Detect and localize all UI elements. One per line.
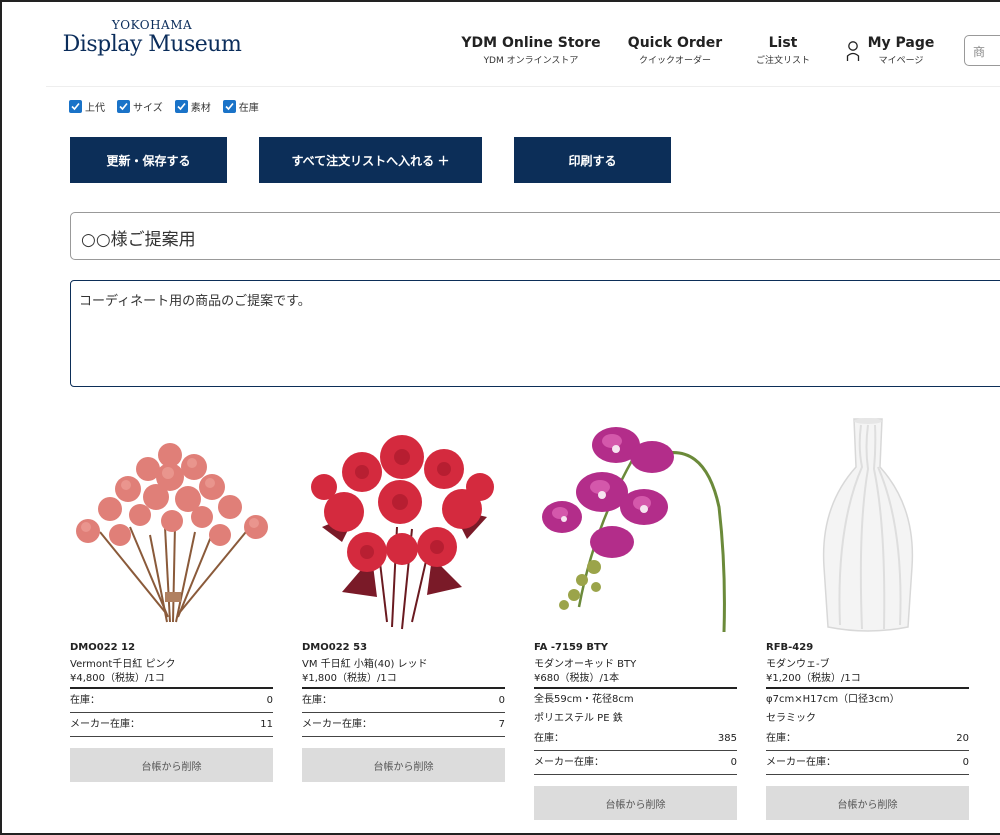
stock-row: 在庫： 0 (70, 689, 273, 713)
filter-label: サイズ (133, 103, 163, 114)
nav-my-page[interactable]: My Page マイページ (864, 34, 938, 68)
display-filters: 上代 サイズ 素材 在庫 (69, 99, 259, 114)
product-price: ¥680（税抜）/1本 (534, 672, 737, 689)
product-name[interactable]: VM 千日紅 小箱(40) レッド (302, 658, 505, 672)
remove-button[interactable]: 台帳から削除 (766, 786, 969, 820)
add-all-to-order-list-button[interactable]: すべて注文リストへ入れる ＋ (259, 137, 482, 183)
product-price: ¥1,800（税抜）/1コ (302, 672, 505, 689)
product-name[interactable]: モダンオーキッド BTY (534, 658, 737, 672)
product-price: ¥1,200（税抜）/1コ (766, 672, 969, 689)
nav-my-page-label: My Page (867, 35, 935, 51)
stock-row: 在庫： 385 (534, 727, 737, 751)
print-button[interactable]: 印刷する (514, 137, 671, 183)
filter-label: 上代 (85, 103, 105, 114)
remove-button[interactable]: 台帳から削除 (302, 748, 505, 782)
nav-online-store-label: YDM Online Store (461, 35, 601, 51)
maker-stock-row: メーカー在庫： 0 (534, 751, 737, 775)
product-name[interactable]: Vermont千日紅 ピンク (70, 658, 273, 672)
nav-list-sub: ご注文リスト (755, 56, 810, 66)
product-size: φ7cm×H17cm（口径3cm） (766, 694, 900, 705)
list-title-input[interactable]: ○○様ご提案用 (70, 212, 1000, 260)
maker-stock-label: メーカー在庫： (766, 757, 836, 768)
product-image[interactable] (766, 417, 969, 635)
product-card: RFB-429 モダンウェ-ブ ¥1,200（税抜）/1コ φ7cm×H17cm… (766, 417, 969, 820)
product-card: FA -7159 BTY モダンオーキッド BTY ¥680（税抜）/1本 全長… (534, 417, 737, 820)
stock-value: 20 (956, 733, 969, 744)
stock-label: 在庫： (766, 733, 796, 744)
checkbox-checked-icon[interactable] (117, 100, 130, 113)
nav-list[interactable]: List ご注文リスト (750, 34, 816, 68)
nav-online-store-sub: YDM オンラインストア (483, 56, 579, 66)
product-image[interactable] (70, 417, 273, 635)
maker-stock-value: 7 (498, 719, 505, 730)
remove-button[interactable]: 台帳から削除 (534, 786, 737, 820)
product-card: DMO022 12 Vermont千日紅 ピンク ¥4,800（税抜）/1コ 在… (70, 417, 273, 782)
maker-stock-label: メーカー在庫： (302, 719, 372, 730)
filter-list-price[interactable]: 上代 (69, 99, 105, 114)
maker-stock-row: メーカー在庫： 0 (766, 751, 969, 775)
product-code[interactable]: FA -7159 BTY (534, 641, 737, 655)
remove-button[interactable]: 台帳から削除 (70, 748, 273, 782)
maker-stock-row: メーカー在庫： 7 (302, 713, 505, 737)
checkbox-checked-icon[interactable] (69, 100, 82, 113)
maker-stock-value: 11 (260, 719, 273, 730)
nav-my-page-sub: マイページ (878, 56, 924, 66)
maker-stock-value: 0 (962, 757, 969, 768)
product-code[interactable]: RFB-429 (766, 641, 969, 655)
nav-quick-order-sub: クイックオーダー (638, 56, 711, 66)
product-image[interactable] (534, 417, 737, 635)
checkbox-checked-icon[interactable] (174, 100, 188, 113)
stock-value: 0 (266, 695, 273, 706)
nav-quick-order[interactable]: Quick Order クイックオーダー (626, 34, 724, 68)
nav-quick-order-label: Quick Order (627, 35, 723, 51)
search-input[interactable]: 商 (964, 35, 1000, 66)
stock-row: 在庫： 0 (302, 689, 505, 713)
product-material: セラミック (766, 713, 816, 724)
nav-list-label: List (768, 35, 798, 51)
product-image[interactable] (302, 417, 505, 635)
product-code[interactable]: DMO022 53 (302, 641, 505, 655)
filter-size[interactable]: サイズ (117, 99, 163, 114)
page-frame: YOKOHAMA Display Museum YDM Online Store… (0, 0, 1000, 835)
maker-stock-label: メーカー在庫： (534, 757, 604, 768)
product-material: ポリエステル PE 鉄 (534, 713, 623, 724)
memo-textarea[interactable]: コーディネート用の商品のご提案です。 (70, 280, 1000, 387)
product-card: DMO022 53 VM 千日紅 小箱(40) レッド ¥1,800（税抜）/1… (302, 417, 505, 782)
product-price: ¥4,800（税抜）/1コ (70, 672, 273, 689)
stock-row: 在庫： 20 (766, 727, 969, 751)
stock-value: 0 (498, 695, 505, 706)
logo-main-text: Display Museum (62, 32, 242, 57)
filter-label: 素材 (190, 103, 211, 114)
save-button[interactable]: 更新・保存する (70, 137, 227, 183)
user-icon[interactable] (846, 40, 860, 62)
filter-label: 在庫 (238, 103, 259, 114)
maker-stock-label: メーカー在庫： (70, 719, 140, 730)
stock-label: 在庫： (534, 733, 564, 744)
stock-label: 在庫： (302, 695, 332, 706)
stock-value: 385 (717, 733, 737, 744)
logo-top-text: YOKOHAMA (111, 18, 193, 32)
site-logo[interactable]: YOKOHAMA Display Museum (62, 18, 242, 58)
checkbox-checked-icon[interactable] (222, 100, 236, 113)
maker-stock-value: 0 (730, 757, 737, 768)
maker-stock-row: メーカー在庫： 11 (70, 713, 273, 737)
product-code[interactable]: DMO022 12 (70, 641, 273, 655)
stock-label: 在庫： (70, 695, 100, 706)
header-divider (46, 86, 1000, 87)
filter-material[interactable]: 素材 (174, 99, 211, 114)
filter-stock[interactable]: 在庫 (222, 99, 259, 114)
nav-online-store[interactable]: YDM Online Store YDM オンラインストア (460, 34, 602, 68)
product-name[interactable]: モダンウェ-ブ (766, 658, 969, 672)
product-size: 全長59cm・花径8cm (534, 694, 634, 705)
